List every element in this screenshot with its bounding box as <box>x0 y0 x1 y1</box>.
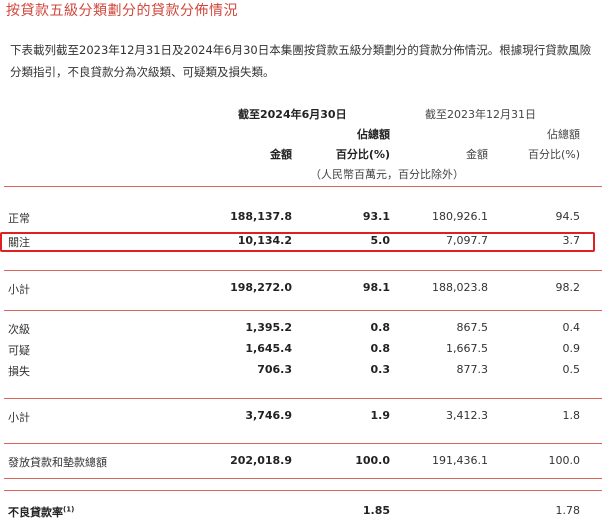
amount-header-2024: 金額 <box>270 148 292 161</box>
table-row: 發放貸款和墊款總額 202,018.9 100.0 191,436.1 100.0 <box>0 454 605 472</box>
npl-value-2024: 1.85 <box>362 504 390 517</box>
amount-2023: 3,412.3 <box>446 409 488 422</box>
period-2024-header: 截至2024年6月30日 <box>238 108 347 121</box>
amount-2024: 188,137.8 <box>230 210 292 223</box>
row-label: 小計 <box>8 283 30 296</box>
amount-2024: 3,746.9 <box>245 409 292 422</box>
row-divider <box>4 478 602 479</box>
highlight-box <box>0 232 595 252</box>
percent-2024: 98.1 <box>362 281 390 294</box>
npl-row: 不良貸款率(1) 1.85 1.78 <box>0 504 605 522</box>
amount-2024: 1,395.2 <box>245 321 292 334</box>
row-divider <box>4 443 602 444</box>
amount-header-2023: 金額 <box>466 148 488 161</box>
share-header-2024: 佔總額 <box>357 128 390 141</box>
row-label: 損失 <box>8 365 30 378</box>
period-2023-header: 截至2023年12月31日 <box>425 108 536 121</box>
table-row: 可疑 1,645.4 0.8 1,667.5 0.9 <box>0 342 605 360</box>
npl-label: 不良貸款率 <box>8 506 63 519</box>
percent-2024: 0.8 <box>370 342 391 355</box>
table-row: 小計 3,746.9 1.9 3,412.3 1.8 <box>0 409 605 427</box>
amount-2023: 867.5 <box>456 321 489 334</box>
table-row: 正常 188,137.8 93.1 180,926.1 94.5 <box>0 210 605 228</box>
table-row: 小計 198,272.0 98.1 188,023.8 98.2 <box>0 281 605 299</box>
amount-2023: 877.3 <box>456 363 489 376</box>
table-row: 損失 706.3 0.3 877.3 0.5 <box>0 363 605 381</box>
table-row: 次級 1,395.2 0.8 867.5 0.4 <box>0 321 605 339</box>
percent-2023: 0.4 <box>562 321 581 334</box>
row-divider <box>4 398 602 399</box>
amount-2024: 202,018.9 <box>230 454 292 467</box>
amount-2024: 1,645.4 <box>245 342 292 355</box>
page-title: 按貸款五級分類劃分的貸款分佈情況 <box>6 3 238 19</box>
amount-2024: 198,272.0 <box>230 281 292 294</box>
unit-note: （人民幣百萬元，百分比除外） <box>310 168 464 181</box>
row-label: 次級 <box>8 323 30 336</box>
percent-2024: 0.8 <box>370 321 391 334</box>
percent-2023: 100.0 <box>548 454 581 467</box>
row-label: 可疑 <box>8 344 30 357</box>
share-header-2023: 佔總額 <box>547 128 580 141</box>
row-divider <box>4 270 602 271</box>
percent-2024: 100.0 <box>355 454 390 467</box>
npl-footnote: (1) <box>63 505 75 514</box>
intro-paragraph: 下表載列截至2023年12月31日及2024年6月30日本集團按貸款五級分類劃分… <box>10 43 592 79</box>
percent-2024: 1.9 <box>370 409 391 422</box>
row-label: 正常 <box>8 212 30 225</box>
percent-2023: 94.5 <box>555 210 581 223</box>
row-label: 小計 <box>8 411 30 424</box>
percent-2024: 0.3 <box>370 363 391 376</box>
percent-2023: 98.2 <box>555 281 581 294</box>
amount-2024: 706.3 <box>257 363 292 376</box>
amount-2023: 188,023.8 <box>432 281 488 294</box>
amount-2023: 180,926.1 <box>432 210 488 223</box>
row-divider <box>4 310 602 311</box>
header-divider <box>4 186 602 187</box>
percent-2023: 0.9 <box>562 342 581 355</box>
npl-value-2023: 1.78 <box>555 504 581 517</box>
amount-2023: 191,436.1 <box>432 454 488 467</box>
row-divider <box>4 490 602 491</box>
percent-2023: 0.5 <box>562 363 581 376</box>
percent-header-2023: 百分比(%) <box>527 148 580 161</box>
row-label: 發放貸款和墊款總額 <box>8 456 107 469</box>
percent-2024: 93.1 <box>362 210 390 223</box>
amount-2023: 1,667.5 <box>446 342 488 355</box>
percent-header-2024: 百分比(%) <box>335 148 390 161</box>
percent-2023: 1.8 <box>562 409 581 422</box>
